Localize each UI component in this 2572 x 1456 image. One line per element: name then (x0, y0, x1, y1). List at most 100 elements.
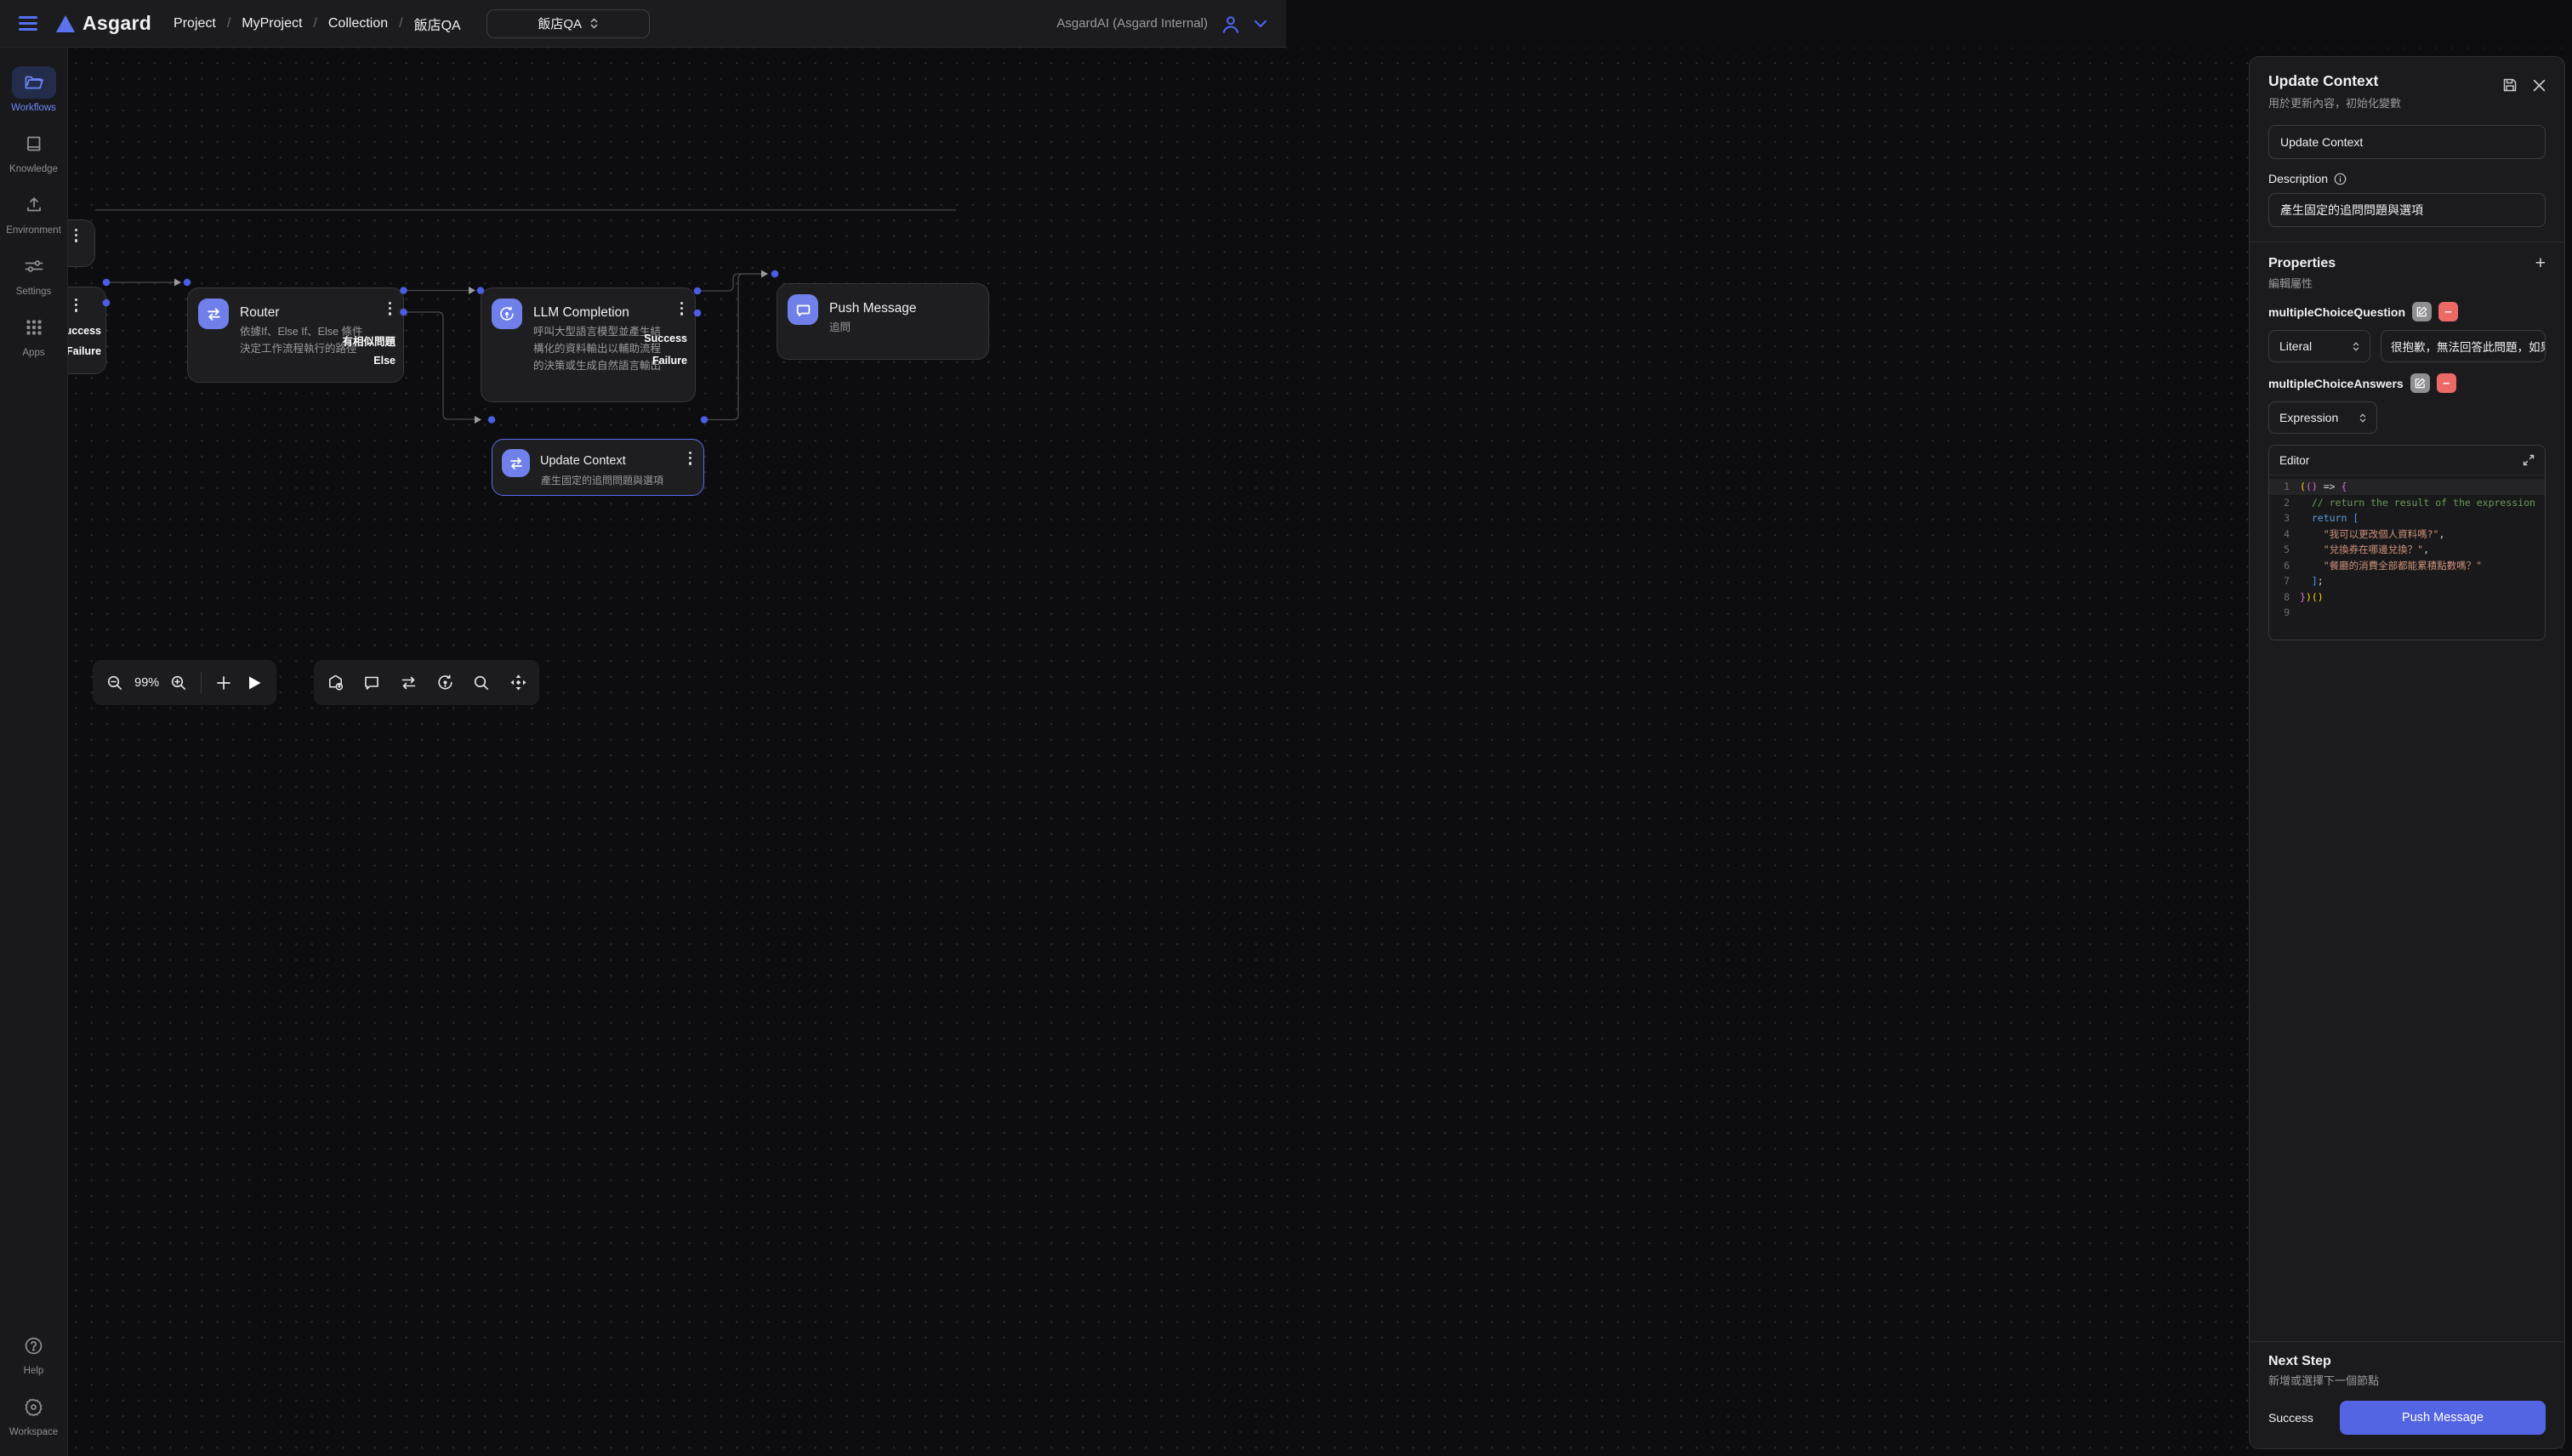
connection-handle[interactable] (184, 279, 191, 287)
node-output-port: Success (644, 333, 687, 344)
sidebar: Workflows Knowledge Environment Settings… (0, 48, 68, 1456)
code-line[interactable]: 9 (2269, 605, 2545, 621)
breadcrumb-project[interactable]: Project (174, 16, 216, 31)
llm-tool-icon[interactable] (430, 668, 459, 697)
properties-subtitle: 編輯屬性 (2268, 275, 2546, 291)
connection-handle[interactable] (694, 287, 702, 295)
breadcrumb-myproject[interactable]: MyProject (242, 16, 302, 31)
save-icon[interactable] (2502, 77, 2518, 93)
connection-handle[interactable] (488, 416, 496, 424)
comment-icon[interactable] (357, 668, 386, 697)
connection-handle[interactable] (771, 270, 779, 278)
gear-icon (24, 1397, 43, 1417)
push-message-icon (788, 294, 818, 325)
sidebar-item-help[interactable]: Help (3, 1329, 65, 1376)
sidebar-item-settings[interactable]: Settings (3, 250, 65, 297)
node-description: 追問 (829, 320, 965, 337)
connection-handle[interactable] (103, 279, 111, 287)
property-name: multipleChoiceAnswers (2268, 377, 2404, 390)
node-name-input[interactable] (2268, 125, 2546, 159)
sidebar-item-knowledge[interactable]: Knowledge (3, 128, 65, 174)
node-description: 呼叫大型語言模型並產生結構化的資料輸出以輔助流程的決策或生成自然語言輸出 (533, 324, 668, 374)
remove-property-button[interactable]: – (2437, 373, 2456, 393)
sidebar-item-workspace[interactable]: Workspace (3, 1391, 65, 1437)
folder-icon (24, 73, 44, 92)
code-line[interactable]: 2 // return the result of the expression (2269, 495, 2545, 511)
property-value-input[interactable]: 很抱歉，無法回答此問題，如果有關 (2381, 330, 2546, 362)
user-icon[interactable] (1220, 13, 1242, 35)
breadcrumb: Project/ MyProject/ Collection/ 飯店QA (174, 14, 461, 34)
zoom-toolbar: 99% (93, 660, 276, 705)
chevron-updown-icon (2359, 413, 2366, 423)
next-step-port-label: Success (2268, 1411, 2340, 1425)
editor-title: Editor (2279, 454, 2309, 467)
expression-editor: Editor 1(() => {2 // return the result o… (2268, 445, 2546, 640)
zoom-in-button[interactable] (165, 668, 192, 697)
zoom-level: 99% (132, 676, 162, 690)
next-step-node-button[interactable]: Push Message (2340, 1401, 2546, 1435)
menu-icon[interactable] (19, 16, 37, 31)
node-description-input[interactable] (2268, 193, 2546, 227)
node-description: 產生固定的追問問題與選項 (541, 473, 694, 489)
edge (697, 274, 761, 291)
code-line[interactable]: 3 return [ (2269, 510, 2545, 526)
workflow-node-router[interactable]: Router 依據If、Else If、Else 條件決定工作流程執行的路徑 有… (187, 287, 404, 383)
sidebar-item-environment[interactable]: Environment (3, 189, 65, 236)
workflow-node-llm-completion[interactable]: LLM Completion 呼叫大型語言模型並產生結構化的資料輸出以輔助流程的… (481, 287, 696, 402)
sidebar-item-workflows[interactable]: Workflows (3, 66, 65, 113)
asgard-logo[interactable]: Asgard (56, 12, 151, 35)
code-line[interactable]: 6 "餐廳的消費全部都能累積點數嗎？" (2269, 558, 2545, 574)
add-property-button[interactable]: + (2535, 254, 2546, 272)
run-button[interactable] (241, 668, 268, 697)
chevron-down-icon[interactable] (1254, 20, 1267, 28)
code-line[interactable]: 4 "我可以更改個人資料嗎?", (2269, 526, 2545, 543)
sidebar-item-apps[interactable]: Apps (3, 311, 65, 358)
breadcrumb-collection[interactable]: Collection (328, 16, 388, 31)
edge (704, 274, 761, 420)
node-output-port: 有相似問題 (342, 333, 395, 349)
code-line[interactable]: 1(() => { (2269, 479, 2545, 495)
node-menu-icon[interactable] (680, 302, 683, 316)
sliders-icon (24, 258, 44, 275)
update-context-icon (502, 449, 530, 477)
book-icon (25, 134, 43, 153)
help-circle-icon (24, 1336, 43, 1356)
edit-property-button[interactable] (2410, 373, 2430, 393)
workflow-node-push-message[interactable]: Push Message 追問 (777, 283, 989, 360)
remove-property-button[interactable]: – (2438, 302, 2458, 321)
expand-icon[interactable] (2523, 454, 2535, 466)
router-icon (198, 299, 229, 329)
node-menu-icon[interactable] (75, 299, 77, 312)
property-name: multipleChoiceQuestion (2268, 305, 2405, 319)
info-icon[interactable] (2334, 173, 2347, 185)
code-lines[interactable]: 1(() => {2 // return the result of the e… (2269, 475, 2545, 640)
property-type-select[interactable]: Expression (2268, 401, 2377, 434)
node-menu-icon[interactable] (389, 302, 391, 316)
node-menu-icon[interactable] (689, 452, 691, 465)
workflow-node-update-context[interactable]: Update Context 產生固定的追問問題與選項 (492, 439, 704, 496)
node-menu-icon[interactable] (75, 229, 77, 242)
code-line[interactable]: 5 "兌換券在哪邊兌換？", (2269, 542, 2545, 558)
add-node-icon[interactable] (321, 668, 350, 697)
code-line[interactable]: 7 ]; (2269, 573, 2545, 589)
pan-move-icon[interactable] (504, 668, 532, 697)
node-inspector-panel: Update Context 用於更新內容，初始化變數 Description … (2249, 56, 2565, 1449)
edit-property-button[interactable] (2412, 302, 2432, 321)
zoom-out-button[interactable] (101, 668, 128, 697)
divider (2250, 1341, 2564, 1342)
workflow-selector[interactable]: 飯店QA (487, 9, 650, 38)
workflow-canvas[interactable]: Success Failure Router 依據If、Else If、Else… (0, 48, 2572, 1456)
properties-title: Properties (2268, 256, 2336, 271)
add-button[interactable] (210, 668, 237, 697)
search-icon[interactable] (467, 668, 496, 697)
account-label: AsgardAI (Asgard Internal) (1056, 16, 1208, 31)
connection-handle[interactable] (701, 416, 708, 424)
next-step-subtitle: 新增或選擇下一個節點 (2268, 1372, 2546, 1388)
property-type-select[interactable]: Literal (2268, 330, 2370, 362)
code-line[interactable]: 8})() (2269, 589, 2545, 606)
router-tool-icon[interactable] (394, 668, 423, 697)
breadcrumb-current[interactable]: 飯店QA (414, 14, 461, 34)
edge (404, 312, 475, 419)
panel-title: Update Context (2268, 72, 2401, 90)
close-icon[interactable] (2533, 79, 2546, 92)
